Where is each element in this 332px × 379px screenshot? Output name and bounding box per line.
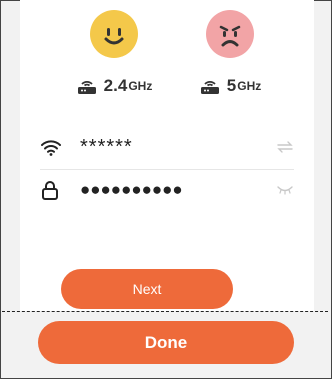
band-option-5ghz[interactable]: 5 GHz: [170, 10, 290, 97]
done-button[interactable]: Done: [38, 321, 294, 364]
happy-face-icon: [90, 10, 138, 58]
band-unit: GHz: [237, 79, 262, 93]
lock-icon: [40, 179, 66, 201]
router-icon: [199, 77, 221, 95]
next-button[interactable]: Next: [61, 269, 233, 309]
band-frequency: 2.4: [103, 76, 128, 95]
switch-icon[interactable]: [276, 140, 294, 154]
field-divider: [40, 169, 294, 170]
password-field[interactable]: ●●●●●●●●●●: [40, 172, 294, 208]
band-unit: GHz: [128, 79, 153, 93]
eye-closed-icon[interactable]: [276, 183, 294, 197]
ssid-field[interactable]: ******: [40, 129, 294, 165]
band-label-5ghz: 5 GHz: [170, 75, 290, 97]
wifi-icon: [40, 136, 66, 158]
router-icon: [76, 77, 98, 95]
ssid-value: ******: [80, 135, 133, 158]
band-selector: 2.4 GHz 5 GHz: [20, 10, 314, 100]
band-label-2-4ghz: 2.4 GHz: [54, 75, 174, 97]
band-frequency: 5: [226, 76, 237, 95]
wifi-setup-panel: 2.4 GHz 5 GHz ****** ●●●●●●●●●●: [20, 0, 314, 311]
band-option-2-4ghz[interactable]: 2.4 GHz: [54, 10, 174, 97]
password-value: ●●●●●●●●●●: [80, 180, 183, 199]
sad-face-icon: [206, 10, 254, 58]
